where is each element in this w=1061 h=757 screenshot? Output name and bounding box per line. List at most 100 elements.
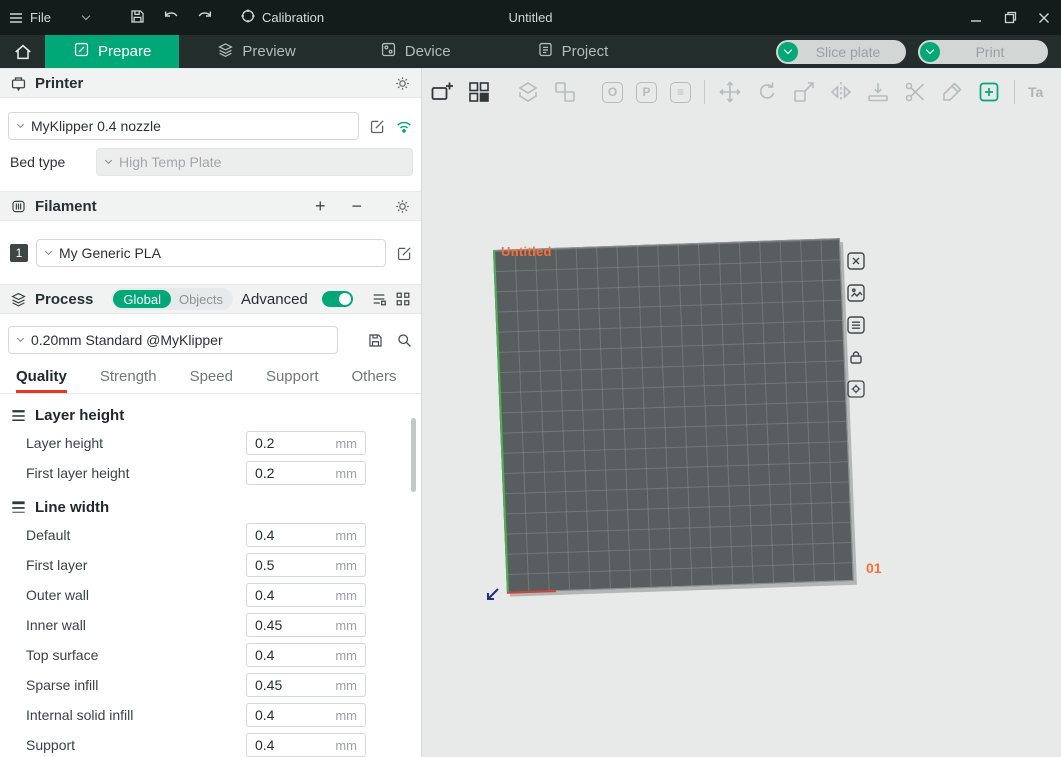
tab-device[interactable]: Device [356,35,475,68]
param-input-box[interactable]: mm [246,643,366,667]
printer-preset-select[interactable]: MyKlipper 0.4 nozzle [8,112,359,140]
build-plate[interactable] [493,238,854,593]
param-input-box[interactable]: mm [246,461,366,485]
mirror-icon[interactable] [829,80,853,104]
cut-icon[interactable] [903,80,927,104]
variable-layer-height-icon[interactable]: ≡ [670,82,691,103]
filament-settings-gear-icon[interactable] [394,198,411,215]
slice-options-dropdown[interactable] [778,42,798,62]
calibration-icon [240,8,256,27]
scope-global-option[interactable]: Global [113,290,171,308]
filament-preset-select[interactable]: My Generic PLA [36,239,386,267]
advanced-toggle[interactable] [322,291,353,307]
viewport-3d[interactable]: O P ≡ Ta Untitled 01 [423,68,1061,757]
tab-preview-label: Preview [242,43,295,60]
tab-quality[interactable]: Quality [16,368,67,393]
add-filament-button[interactable]: + [315,196,326,217]
plate-settings-gear-icon[interactable] [847,380,865,403]
internal-solid-infill-line-width-input[interactable] [255,707,331,723]
main-menu-button[interactable]: File [0,0,97,35]
plate-thumbnail-icon[interactable] [847,284,865,307]
param-input-box[interactable]: mm [246,703,366,727]
tab-project[interactable]: Project [513,35,633,68]
inner-wall-line-width-input[interactable] [255,617,331,633]
move-icon[interactable] [718,80,742,104]
line-width-section: Line width [0,494,421,520]
scale-icon[interactable] [792,80,816,104]
search-icon[interactable] [396,332,413,349]
tab-support[interactable]: Support [266,368,319,393]
filament-slot-badge[interactable]: 1 [10,244,28,262]
remove-filament-button[interactable]: − [351,196,362,217]
parameter-tree-icon[interactable] [395,291,411,307]
tab-strength[interactable]: Strength [100,368,157,393]
param-input-box[interactable]: mm [246,673,366,697]
param-unit: mm [335,618,357,633]
rotate-icon[interactable] [755,80,779,104]
default-line-width-input[interactable] [255,527,331,543]
param-label: Default [26,527,70,543]
maximize-button[interactable] [993,0,1027,35]
layer-height-input[interactable] [255,435,331,451]
home-button[interactable] [0,35,45,68]
param-label: Support [26,737,75,753]
arrange-plate-icon[interactable] [467,80,491,104]
param-row: Internal solid infill mm [0,700,421,730]
save-button[interactable] [121,0,154,35]
sidebar-scrollbar[interactable] [411,418,416,492]
close-button[interactable] [1027,0,1061,35]
save-preset-icon[interactable] [367,332,384,349]
delete-plate-icon[interactable] [847,252,865,275]
lock-plate-icon[interactable] [847,348,865,371]
advanced-label: Advanced [241,291,308,308]
add-plate-icon[interactable] [430,80,454,104]
printer-settings-gear-icon[interactable] [394,75,411,92]
tab-prepare[interactable]: Prepare [45,35,179,68]
calibration-button[interactable]: Calibration [232,0,332,35]
param-row: Inner wall mm [0,610,421,640]
auto-orient-icon[interactable] [516,80,540,104]
bed-type-value: High Temp Plate [119,154,221,170]
arrange-objects-icon[interactable] [553,80,577,104]
print-options-dropdown[interactable] [920,42,940,62]
param-input-box[interactable]: mm [246,613,366,637]
chevron-down-icon [45,248,52,255]
calibration-label: Calibration [262,10,324,25]
text-tool-icon[interactable]: Ta [1028,84,1043,100]
param-input-box[interactable]: mm [246,553,366,577]
param-input-box[interactable]: mm [246,583,366,607]
top-surface-line-width-input[interactable] [255,647,331,663]
first-layer-line-width-input[interactable] [255,557,331,573]
main-tabbar: Prepare Preview Device Project Slice pla… [0,35,1061,68]
first-layer-height-input[interactable] [255,465,331,481]
lay-flat-icon[interactable] [866,80,890,104]
param-input-box[interactable]: mm [246,733,366,757]
bed-type-select[interactable]: High Temp Plate [96,148,413,176]
parameter-list-icon[interactable] [371,291,387,307]
clone-icon[interactable]: P [636,82,657,103]
assembly-view-icon[interactable] [977,80,1001,104]
process-scope-toggle[interactable]: Global Objects [111,288,233,310]
outer-wall-line-width-input[interactable] [255,587,331,603]
edit-filament-icon[interactable] [396,245,413,262]
undo-button[interactable] [154,0,188,35]
color-paint-icon[interactable] [940,80,964,104]
print-button[interactable]: Print [918,40,1048,64]
param-input-box[interactable]: mm [246,523,366,547]
redo-button[interactable] [188,0,222,35]
wifi-icon[interactable] [395,118,413,134]
param-input-box[interactable]: mm [246,431,366,455]
support-line-width-input[interactable] [255,737,331,753]
tab-speed[interactable]: Speed [190,368,233,393]
printer-preset-value: MyKlipper 0.4 nozzle [31,118,161,134]
tab-others[interactable]: Others [352,368,397,393]
tab-preview[interactable]: Preview [193,35,319,68]
plate-list-icon[interactable] [847,316,865,339]
scope-objects-option[interactable]: Objects [171,292,231,307]
edit-printer-icon[interactable] [369,118,386,135]
slice-plate-button[interactable]: Slice plate [776,40,906,64]
process-preset-select[interactable]: 0.20mm Standard @MyKlipper [8,326,338,354]
fill-bed-icon[interactable]: O [602,82,623,103]
minimize-button[interactable] [959,0,993,35]
sparse-infill-line-width-input[interactable] [255,677,331,693]
